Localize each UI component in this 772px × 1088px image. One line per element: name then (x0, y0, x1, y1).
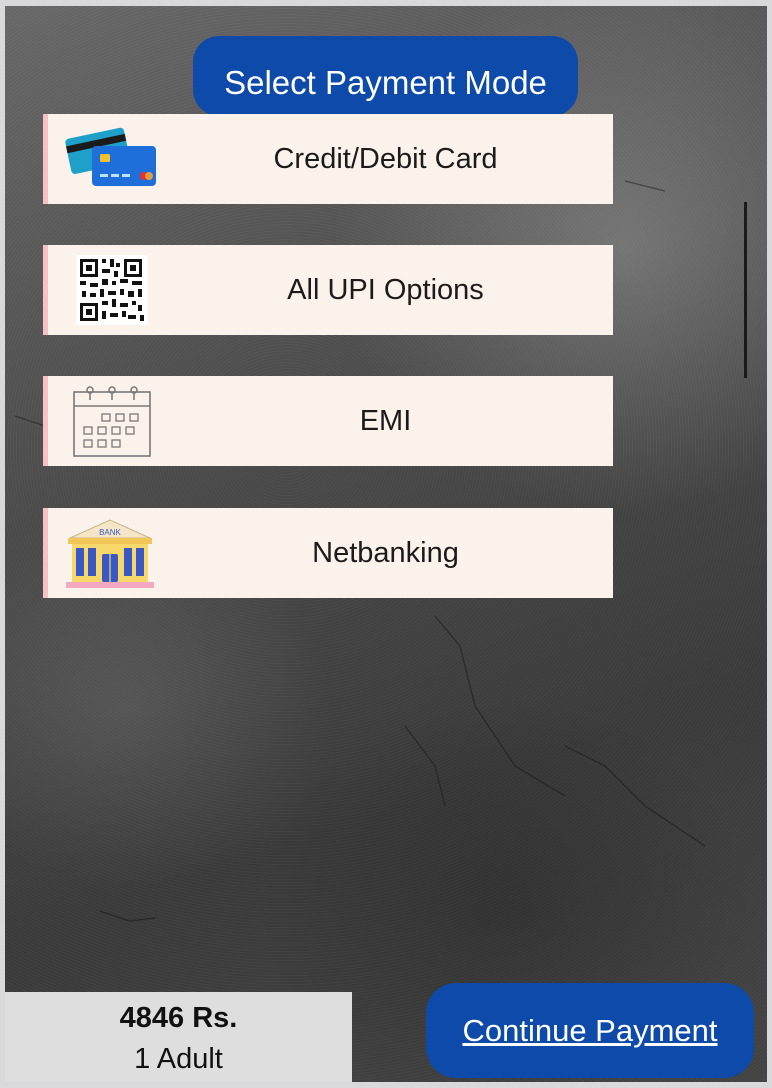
scrollbar[interactable] (744, 202, 747, 378)
option-label: All UPI Options (287, 274, 484, 306)
option-emi[interactable]: EMI (43, 376, 613, 466)
credit-card-icon (62, 122, 158, 196)
option-credit-debit-card[interactable]: Credit/Debit Card (43, 114, 613, 204)
option-netbanking[interactable]: BANK Netbanking (43, 508, 613, 598)
option-label: Netbanking (312, 537, 459, 569)
bank-sign-text: BANK (99, 528, 121, 537)
page-title-text: Select Payment Mode (224, 64, 547, 101)
option-upi[interactable]: All UPI Options (43, 245, 613, 335)
calendar-icon (62, 384, 158, 458)
total-amount: 4846 Rs. (119, 1002, 238, 1034)
bank-icon: BANK (62, 516, 158, 590)
option-label: EMI (359, 405, 412, 437)
option-label: Credit/Debit Card (273, 143, 498, 175)
passenger-count: 1 Adult (134, 1043, 223, 1075)
page-title: Select Payment Mode (193, 36, 578, 116)
price-summary: 4846 Rs. 1 Adult (5, 992, 352, 1082)
continue-payment-button[interactable]: Continue Payment (426, 983, 754, 1078)
qr-code-icon (62, 253, 158, 327)
payment-screen: Select Payment Mode Credit/Debit Card Al… (5, 6, 767, 1082)
